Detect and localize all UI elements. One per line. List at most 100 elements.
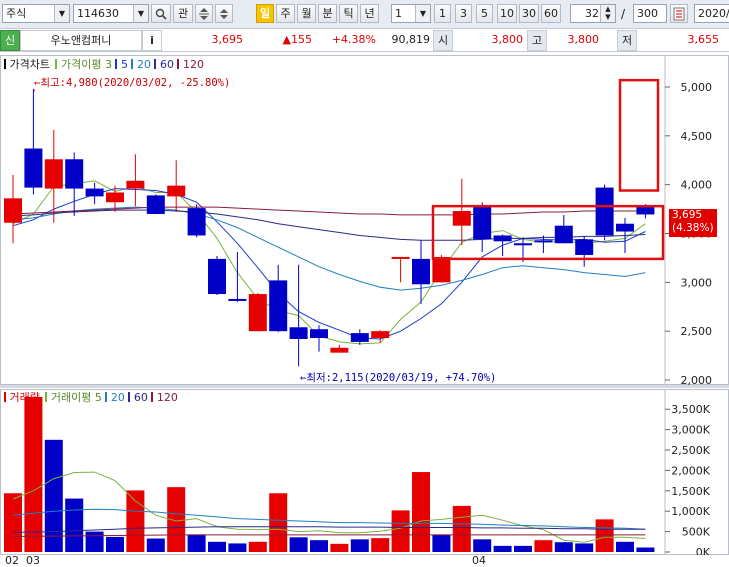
candle-body (228, 298, 247, 301)
low-annotation: ←최저:2,115(2020/03/19, +74.70%) (300, 372, 497, 384)
volume-bar (391, 510, 410, 552)
legend-marker (131, 59, 134, 69)
interval-10-button[interactable]: 10 (497, 4, 517, 23)
legend-marker (105, 392, 108, 402)
info-button[interactable]: i (142, 30, 162, 51)
price-y-tick-label: 4,500 (681, 130, 713, 143)
volume-bar (126, 490, 145, 552)
candle-body (371, 331, 390, 339)
volume-bar (493, 545, 512, 552)
price-ma-line-5 (12, 188, 646, 340)
volume-bar (106, 536, 124, 552)
price-ma-20: 20 (136, 58, 151, 71)
highlight-box-target (618, 78, 660, 192)
volume-y-tick-label: 2,000K (671, 464, 710, 477)
period-month-button[interactable]: 월 (297, 4, 316, 23)
candle-body (514, 243, 532, 246)
count-input[interactable]: 32 ▲ ▼ (570, 4, 616, 23)
price-ma-60: 60 (159, 58, 174, 71)
updown-arrows-icon (199, 8, 209, 20)
candle-body (575, 239, 594, 255)
volume-bar (330, 543, 349, 552)
volume-bar (473, 539, 492, 552)
volume-bar (371, 538, 390, 552)
candle-body (616, 223, 634, 232)
chevron-down-icon[interactable]: ▼ (415, 5, 430, 22)
volume-y-tick-label: 3,000K (671, 424, 710, 437)
period-year-button[interactable]: 년 (360, 4, 379, 23)
volume-ma-title: 거래이평 (50, 391, 92, 404)
volume-y-tick-label: 1,500K (671, 485, 710, 498)
count-separator: / (621, 7, 626, 21)
chart-settings-button[interactable] (670, 4, 688, 23)
candle-body (493, 235, 512, 242)
volume-bar (208, 541, 226, 552)
volume-bar (269, 493, 288, 552)
candle-body (473, 207, 492, 240)
stock-code-input[interactable]: 114630 ▼ (73, 4, 149, 23)
volume-legend: 거래량 거래이평 5 20 60 120 (4, 391, 178, 405)
volume-bar (187, 534, 206, 552)
stock-name[interactable]: 우노앤컴퍼니 (20, 30, 142, 51)
interval-3-button[interactable]: 3 (455, 4, 472, 23)
spin-button[interactable] (215, 4, 233, 23)
volume-bar (554, 542, 573, 552)
date-input[interactable]: 2020/ (694, 4, 729, 23)
change-percent: +4.38% (331, 33, 376, 46)
panel-splitter[interactable] (0, 385, 729, 388)
high-price: 3,800 (567, 33, 600, 46)
stock-code-value: 114630 (77, 7, 119, 20)
market-select-value: 주식 (6, 7, 27, 20)
candle-body (167, 185, 186, 197)
volume-bar (616, 541, 634, 552)
search-button[interactable] (151, 4, 171, 23)
spinner-icon[interactable]: ▲ ▼ (600, 5, 615, 22)
price-chart[interactable]: 2,0002,5003,0003,5004,0004,5005,000 (0, 55, 729, 385)
interval-5-button[interactable]: 5 (476, 4, 493, 23)
period-minute-button[interactable]: 분 (318, 4, 337, 23)
volume-bar (228, 543, 247, 552)
x-label-04: 04 (472, 554, 486, 567)
volume-bar (85, 531, 104, 552)
period-week-button[interactable]: 주 (276, 4, 295, 23)
interval-select-value: 1 (395, 7, 402, 20)
period-day-button[interactable]: 일 (256, 4, 274, 23)
market-select[interactable]: 주식 ▼ (2, 4, 70, 23)
interval-60-button[interactable]: 60 (541, 4, 561, 23)
candle-body (310, 329, 328, 339)
price-y-tick-label: 2,000 (681, 374, 713, 385)
volume-ma-line-120 (12, 534, 646, 537)
candle-body (432, 256, 451, 283)
volume-bar (534, 540, 553, 552)
candle-body (289, 327, 308, 339)
candle-body (146, 195, 165, 214)
chevron-down-icon[interactable]: ▼ (54, 5, 69, 22)
scroll-arrows-button[interactable] (195, 4, 213, 23)
volume-ma-60: 60 (133, 391, 148, 404)
volume-ma-line-5 (12, 471, 646, 543)
max-count-field[interactable]: 300 (633, 4, 667, 23)
volume-bar (248, 541, 267, 552)
interval-select[interactable]: 1 ▼ (391, 4, 431, 23)
watchlist-button[interactable]: 관 (173, 4, 193, 23)
current-price: 3,695 (211, 33, 244, 46)
volume-ma-line-20 (12, 508, 646, 530)
candle-body (187, 208, 206, 236)
interval-1-button[interactable]: 1 (434, 4, 451, 23)
price-ma-title: 가격이평 (60, 58, 102, 71)
interval-30-button[interactable]: 30 (519, 4, 539, 23)
period-tick-button[interactable]: 틱 (339, 4, 358, 23)
volume-chart[interactable]: 0K 500K 1,000K 1,500K 2,000K 2,500K 3,000K 3,50… (0, 389, 729, 555)
candle-body (4, 198, 22, 223)
price-ma-120: 120 (182, 58, 204, 71)
magnifier-icon (155, 8, 167, 20)
volume-bar (575, 543, 594, 552)
chevron-down-icon[interactable]: ▼ (133, 5, 148, 22)
x-label-03: 03 (26, 554, 40, 567)
legend-marker (154, 59, 157, 69)
chart-settings-icon (673, 7, 685, 21)
candle-body (106, 192, 124, 203)
candle-body (391, 256, 410, 259)
volume-y-tick-label: 500K (682, 526, 711, 539)
current-price-tag-pct: (4.38%) (672, 222, 714, 234)
